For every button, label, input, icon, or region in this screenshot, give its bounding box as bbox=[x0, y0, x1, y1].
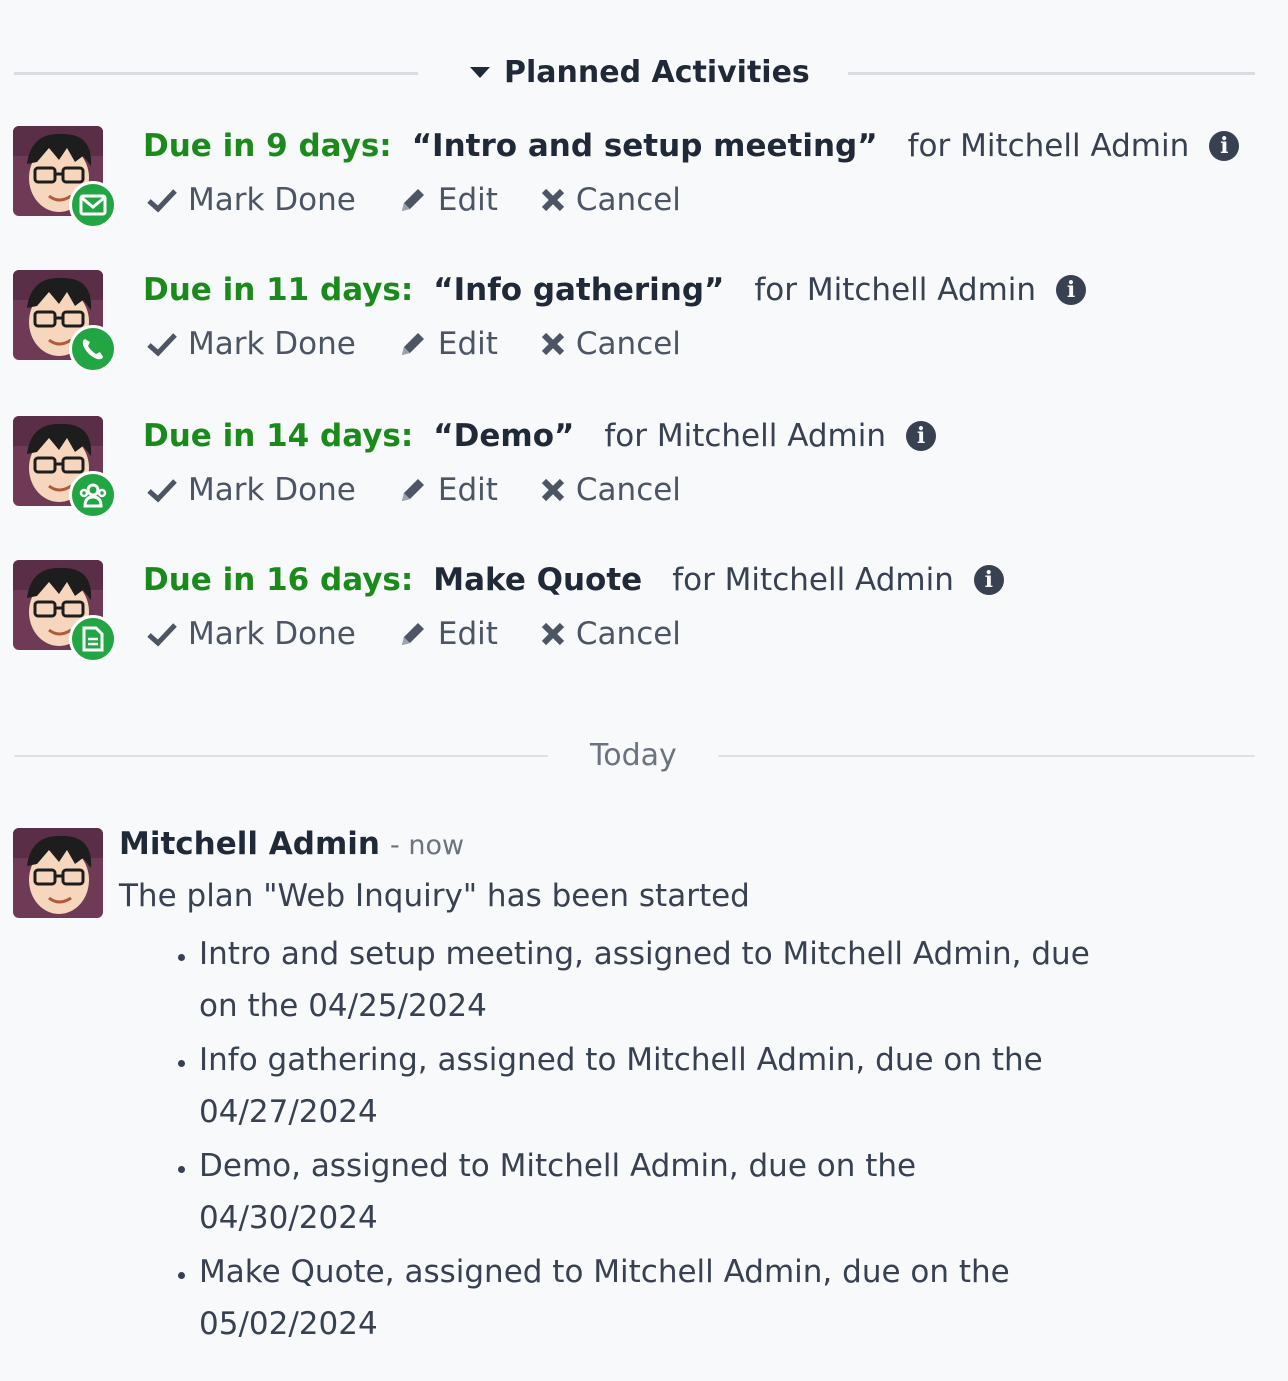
activity-assignee: for Mitchell Admin bbox=[672, 562, 954, 598]
activity-item: Due in 14 days: “Demo” for Mitchell Admi… bbox=[0, 416, 1288, 546]
activity-due: Due in 14 days: bbox=[143, 418, 414, 454]
avatar[interactable] bbox=[13, 828, 103, 918]
mark-done-label: Mark Done bbox=[188, 472, 356, 508]
mark-done-button[interactable]: Mark Done bbox=[146, 616, 356, 652]
avatar bbox=[13, 416, 117, 519]
edit-label: Edit bbox=[437, 616, 498, 652]
edit-label: Edit bbox=[437, 182, 498, 218]
message-header: Mitchell Admin - now bbox=[119, 826, 464, 866]
activity-assignee: for Mitchell Admin bbox=[604, 418, 887, 454]
edit-button[interactable]: Edit bbox=[398, 616, 498, 652]
activity-header: Due in 16 days: Make Quote for Mitchell … bbox=[143, 560, 1004, 600]
close-icon bbox=[541, 622, 565, 646]
cancel-label: Cancel bbox=[575, 616, 681, 652]
plan-activities-list: Intro and setup meeting, assigned to Mit… bbox=[119, 928, 1099, 1350]
mark-done-label: Mark Done bbox=[188, 182, 356, 218]
close-icon bbox=[541, 478, 565, 502]
pencil-icon bbox=[401, 623, 424, 645]
separator-line-right bbox=[848, 72, 1255, 75]
mark-done-label: Mark Done bbox=[188, 616, 356, 652]
check-icon bbox=[147, 623, 177, 647]
cancel-button[interactable]: Cancel bbox=[540, 472, 681, 508]
close-icon bbox=[541, 188, 565, 212]
cancel-button[interactable]: Cancel bbox=[540, 182, 681, 218]
info-icon[interactable]: i bbox=[1056, 275, 1087, 305]
edit-button[interactable]: Edit bbox=[398, 182, 498, 218]
cancel-label: Cancel bbox=[575, 326, 681, 362]
list-item: Make Quote, assigned to Mitchell Admin, … bbox=[199, 1246, 1099, 1350]
check-icon bbox=[147, 189, 177, 213]
edit-button[interactable]: Edit bbox=[398, 326, 498, 362]
activity-assignee: for Mitchell Admin bbox=[907, 128, 1190, 164]
activity-actions: Mark Done Edit Cancel bbox=[146, 180, 723, 220]
users-icon bbox=[69, 471, 117, 519]
message-time: - now bbox=[390, 830, 465, 861]
info-icon[interactable]: i bbox=[1209, 131, 1240, 161]
list-item: Intro and setup meeting, assigned to Mit… bbox=[199, 928, 1099, 1032]
separator-line-right bbox=[718, 755, 1255, 757]
check-icon bbox=[147, 333, 177, 357]
cancel-label: Cancel bbox=[575, 182, 681, 218]
activity-due: Due in 11 days: bbox=[143, 272, 414, 308]
list-item: Info gathering, assigned to Mitchell Adm… bbox=[199, 1034, 1099, 1138]
caret-down-icon bbox=[470, 66, 490, 78]
activity-summary: “Intro and setup meeting” bbox=[411, 128, 878, 164]
activity-summary: Make Quote bbox=[433, 562, 643, 598]
cancel-button[interactable]: Cancel bbox=[540, 326, 681, 362]
activity-assignee: for Mitchell Admin bbox=[754, 272, 1037, 308]
envelope-icon bbox=[69, 181, 117, 229]
avatar bbox=[13, 560, 117, 663]
activity-actions: Mark Done Edit Cancel bbox=[146, 470, 723, 510]
pencil-icon bbox=[401, 479, 424, 501]
edit-label: Edit bbox=[437, 326, 498, 362]
planned-activities-separator: Planned Activities bbox=[0, 52, 1288, 92]
activity-header: Due in 9 days: “Intro and setup meeting”… bbox=[143, 126, 1240, 166]
list-item: Demo, assigned to Mitchell Admin, due on… bbox=[199, 1140, 1099, 1244]
mark-done-button[interactable]: Mark Done bbox=[146, 326, 356, 362]
message-text: The plan "Web Inquiry" has been started bbox=[119, 878, 750, 914]
edit-label: Edit bbox=[437, 472, 498, 508]
mark-done-label: Mark Done bbox=[188, 326, 356, 362]
check-icon bbox=[147, 479, 177, 503]
cancel-label: Cancel bbox=[575, 472, 681, 508]
pencil-icon bbox=[401, 189, 424, 211]
activity-header: Due in 11 days: “Info gathering” for Mit… bbox=[143, 270, 1087, 310]
phone-icon bbox=[69, 325, 117, 373]
mark-done-button[interactable]: Mark Done bbox=[146, 182, 356, 218]
activity-item: Due in 16 days: Make Quote for Mitchell … bbox=[0, 560, 1288, 690]
avatar bbox=[13, 126, 117, 229]
activity-actions: Mark Done Edit Cancel bbox=[146, 324, 723, 364]
edit-button[interactable]: Edit bbox=[398, 472, 498, 508]
message-body: The plan "Web Inquiry" has been started … bbox=[119, 876, 1099, 1352]
separator-line-left bbox=[14, 755, 548, 757]
mark-done-button[interactable]: Mark Done bbox=[146, 472, 356, 508]
activity-item: Due in 9 days: “Intro and setup meeting”… bbox=[0, 126, 1288, 256]
activity-item: Due in 11 days: “Info gathering” for Mit… bbox=[0, 270, 1288, 400]
planned-activities-toggle[interactable]: Planned Activities bbox=[470, 52, 810, 92]
info-icon[interactable]: i bbox=[906, 421, 937, 451]
activity-actions: Mark Done Edit Cancel bbox=[146, 614, 723, 654]
activity-due: Due in 16 days: bbox=[143, 562, 414, 598]
date-separator: Today bbox=[0, 735, 1288, 775]
activity-header: Due in 14 days: “Demo” for Mitchell Admi… bbox=[143, 416, 937, 456]
pencil-icon bbox=[401, 333, 424, 355]
activity-summary: “Demo” bbox=[433, 418, 575, 454]
info-icon[interactable]: i bbox=[973, 565, 1004, 595]
activity-summary: “Info gathering” bbox=[433, 272, 725, 308]
avatar bbox=[13, 270, 117, 373]
planned-activities-title: Planned Activities bbox=[504, 54, 810, 90]
activity-due: Due in 9 days: bbox=[143, 128, 392, 164]
cancel-button[interactable]: Cancel bbox=[540, 616, 681, 652]
message-author[interactable]: Mitchell Admin bbox=[119, 826, 380, 862]
document-icon bbox=[69, 615, 117, 663]
date-separator-label: Today bbox=[590, 737, 677, 773]
close-icon bbox=[541, 332, 565, 356]
separator-line-left bbox=[14, 72, 418, 75]
